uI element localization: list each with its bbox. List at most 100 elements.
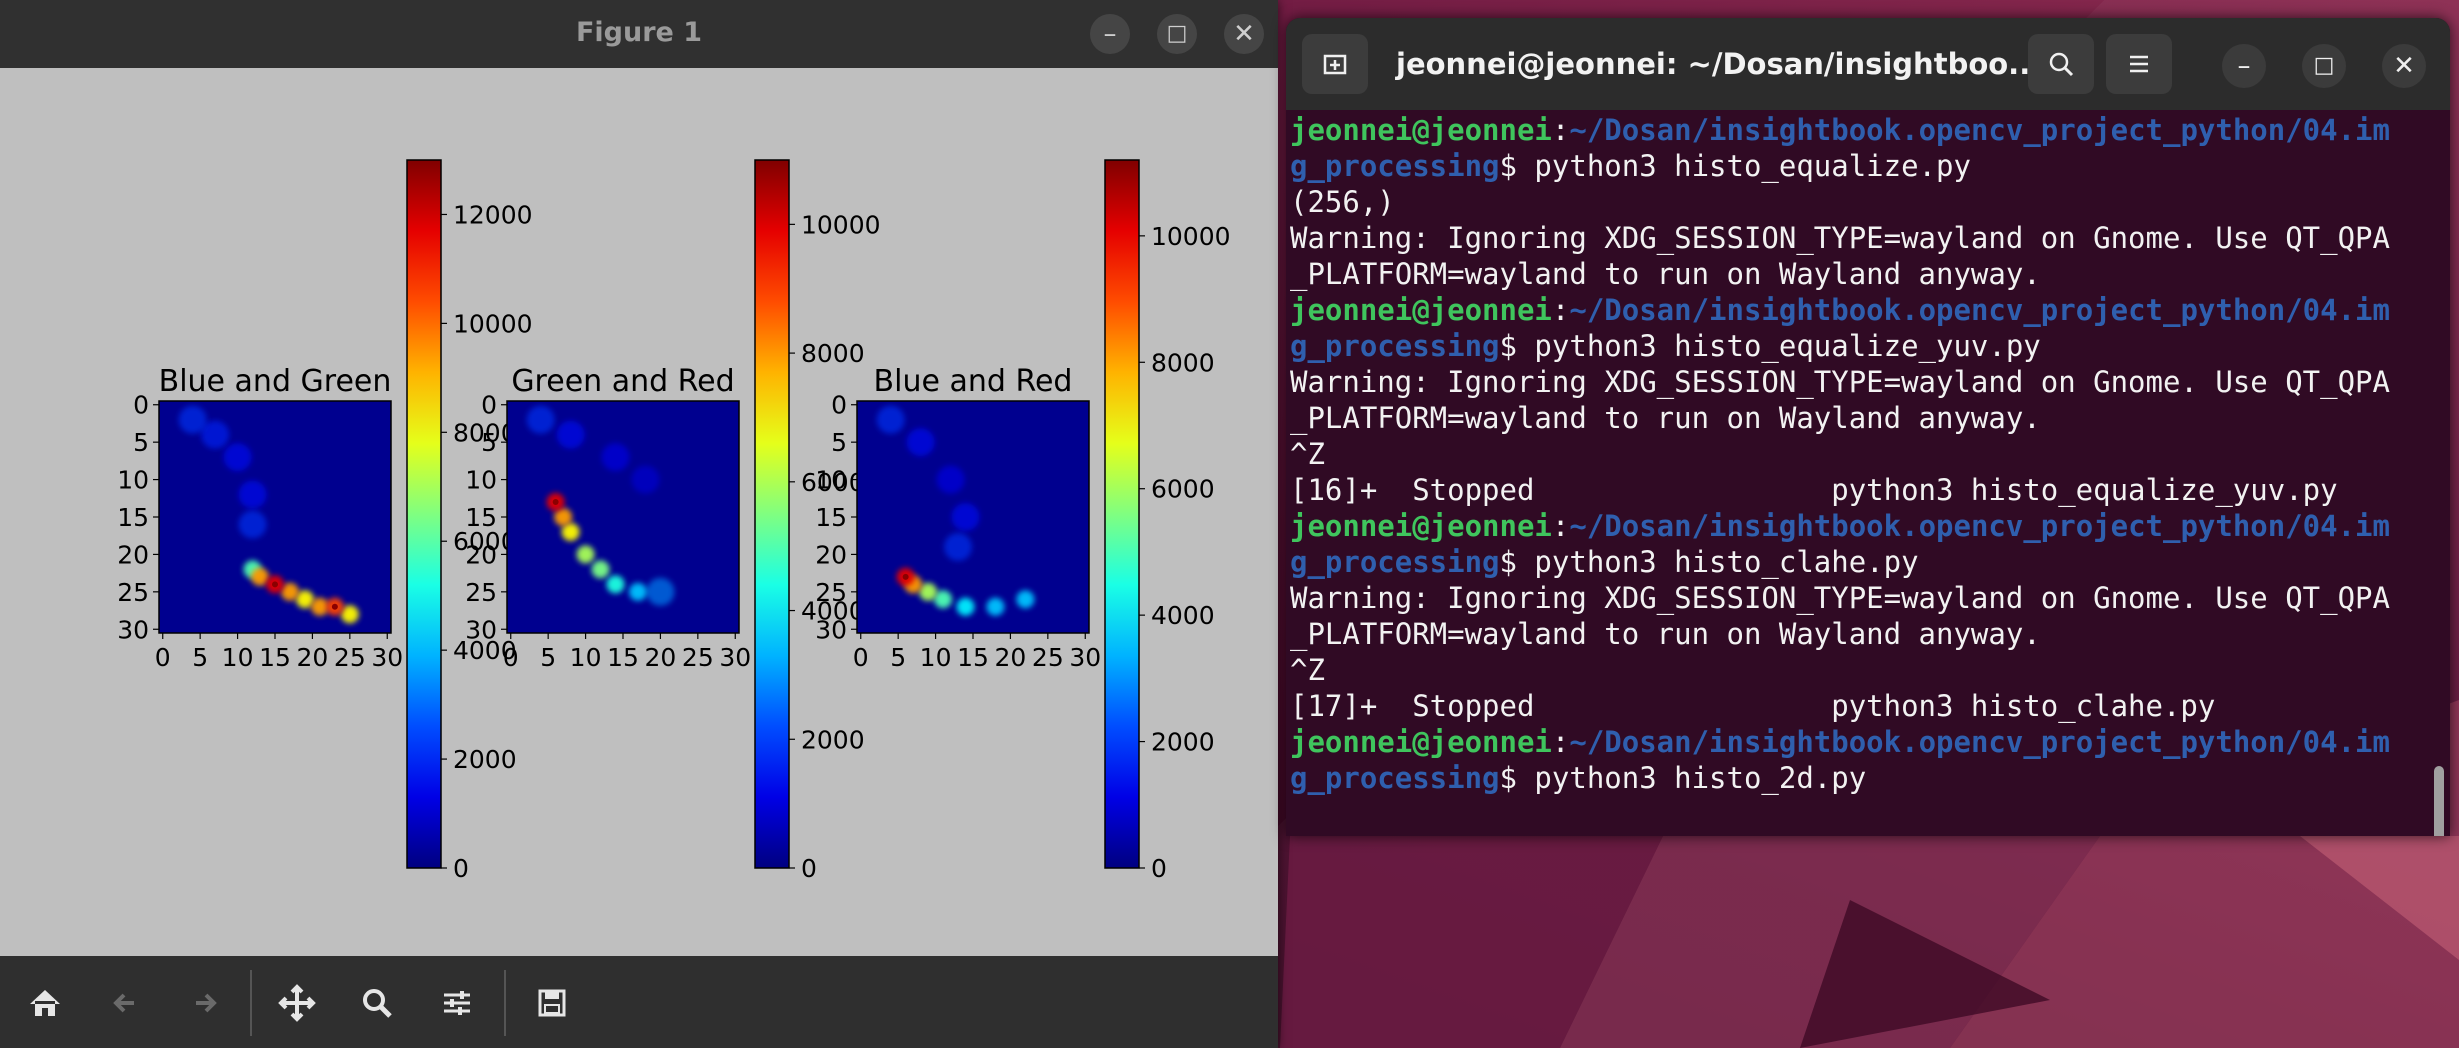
minimize-button[interactable]: – bbox=[2222, 44, 2266, 88]
y-tick-label: 15 bbox=[465, 503, 497, 532]
heatmap-background bbox=[507, 401, 739, 633]
colorbar-tick-label: 10000 bbox=[453, 309, 533, 338]
toolbar-separator bbox=[250, 970, 252, 1036]
new-tab-icon[interactable] bbox=[1302, 34, 1368, 94]
colorbar-tick-label: 2000 bbox=[801, 725, 865, 754]
heatmap-cell bbox=[876, 405, 905, 434]
terminal-line: Warning: Ignoring XDG_SESSION_TYPE=wayla… bbox=[1290, 580, 2430, 616]
hamburger-menu-icon[interactable] bbox=[2106, 34, 2172, 94]
terminal-text: [17]+ Stopped python3 histo_clahe.py bbox=[1290, 689, 2216, 723]
heatmap-cell bbox=[951, 503, 980, 531]
y-tick-label: 10 bbox=[815, 466, 847, 495]
y-tick-label: 30 bbox=[117, 615, 149, 644]
figure-title: Figure 1 bbox=[575, 17, 703, 48]
y-tick-label: 0 bbox=[133, 391, 149, 420]
terminal-text: $ python3 histo_2d.py bbox=[1499, 761, 1867, 795]
prompt-user: jeonnei@jeonnei bbox=[1290, 725, 1552, 759]
terminal-line: [16]+ Stopped python3 histo_equalize_yuv… bbox=[1290, 472, 2430, 508]
chart-title: Blue and Red bbox=[874, 364, 1073, 399]
search-icon[interactable] bbox=[2028, 34, 2094, 94]
figure-canvas[interactable]: Blue and Green 0 5 10 15 20 25 30 0 5 10 15 20 25 30 0 2… bbox=[0, 68, 1278, 956]
terminal-line: _PLATFORM=wayland to run on Wayland anyw… bbox=[1290, 256, 2430, 292]
close-button[interactable]: ✕ bbox=[1224, 14, 1264, 54]
x-tick-label: 10 bbox=[920, 643, 952, 672]
x-tick-label: 15 bbox=[607, 643, 639, 672]
terminal-output[interactable]: jeonnei@jeonnei: ~/Dosan/insightbook.open… bbox=[1290, 112, 2430, 832]
home-icon[interactable] bbox=[20, 978, 70, 1028]
terminal-line: Warning: Ignoring XDG_SESSION_TYPE=wayla… bbox=[1290, 364, 2430, 400]
terminal-text: $ python3 histo_equalize.py bbox=[1499, 149, 1971, 183]
y-tick-label: 15 bbox=[815, 503, 847, 532]
terminal-scrollbar[interactable] bbox=[2434, 766, 2444, 836]
terminal-line: jeonnei@jeonnei:~/Dosan/insightbook.open… bbox=[1290, 508, 2430, 544]
heatmap-cell bbox=[238, 480, 267, 509]
pan-move-icon[interactable] bbox=[272, 978, 322, 1028]
y-tick-label: 15 bbox=[117, 503, 149, 532]
heatmap-cell bbox=[178, 405, 207, 434]
x-tick-label: 5 bbox=[890, 643, 906, 672]
y-tick-label: 20 bbox=[465, 540, 497, 569]
close-button[interactable]: ✕ bbox=[2382, 44, 2426, 88]
prompt-path: g_processing bbox=[1290, 149, 1500, 183]
heatmap-cell bbox=[576, 545, 595, 564]
heatmap-cell bbox=[591, 560, 610, 579]
x-tick-label: 10 bbox=[570, 643, 602, 672]
zoom-magnifier-icon[interactable] bbox=[352, 978, 402, 1028]
colorbar bbox=[1104, 159, 1140, 869]
navigation-toolbar bbox=[0, 956, 1278, 1048]
forward-arrow-icon[interactable] bbox=[180, 978, 230, 1028]
y-tick-label: 10 bbox=[465, 466, 497, 495]
terminal-line: jeonnei@jeonnei:~/Dosan/insightbook.open… bbox=[1290, 724, 2430, 760]
heatmap-cell bbox=[956, 597, 975, 616]
terminal-line: (256,) bbox=[1290, 184, 2430, 220]
colorbar-tick-label: 8000 bbox=[801, 339, 865, 368]
maximize-button[interactable]: □ bbox=[1157, 14, 1197, 54]
y-tick-label: 0 bbox=[481, 391, 497, 420]
terminal-line: g_processing$ python3 histo_equalize.py bbox=[1290, 148, 2430, 184]
y-tick-label: 5 bbox=[481, 428, 497, 457]
prompt-path: g_processing bbox=[1290, 761, 1500, 795]
terminal-text: ^Z bbox=[1290, 653, 1325, 687]
terminal-text: _PLATFORM=wayland to run on Wayland anyw… bbox=[1290, 257, 2041, 291]
prompt-path: ~/Dosan/insightbook.opencv_project_pytho… bbox=[1569, 509, 2390, 543]
terminal-line: ^Z bbox=[1290, 652, 2430, 688]
heatmap-cell bbox=[601, 443, 630, 472]
heatmap-cell bbox=[238, 510, 267, 539]
prompt-user: jeonnei@jeonnei bbox=[1290, 509, 1552, 543]
colorbar-tick-label: 0 bbox=[801, 854, 817, 883]
configure-sliders-icon[interactable] bbox=[432, 978, 482, 1028]
terminal-text: _PLATFORM=wayland to run on Wayland anyw… bbox=[1290, 401, 2041, 435]
x-tick-label: 20 bbox=[297, 643, 329, 672]
y-tick-label: 30 bbox=[815, 615, 847, 644]
colorbar-tick-label: 2000 bbox=[1151, 728, 1215, 757]
colorbar-tick-label: 0 bbox=[1151, 854, 1167, 883]
prompt-user: jeonnei@jeonnei bbox=[1290, 113, 1552, 147]
maximize-button[interactable]: □ bbox=[2302, 44, 2346, 88]
terminal-text: $ python3 histo_equalize_yuv.py bbox=[1499, 329, 2041, 363]
y-tick-label: 5 bbox=[831, 428, 847, 457]
terminal-text: _PLATFORM=wayland to run on Wayland anyw… bbox=[1290, 617, 2041, 651]
colorbar-tick-label: 10000 bbox=[1151, 222, 1231, 251]
toolbar-separator bbox=[504, 970, 506, 1036]
x-tick-label: 0 bbox=[155, 643, 171, 672]
x-tick-label: 30 bbox=[371, 643, 403, 672]
prompt-path: ~/Dosan/insightbook.opencv_project_pytho… bbox=[1569, 725, 2390, 759]
minimize-button[interactable]: – bbox=[1090, 14, 1130, 54]
colorbar-tick-label: 8000 bbox=[1151, 348, 1215, 377]
terminal-text: [16]+ Stopped python3 histo_equalize_yuv… bbox=[1290, 473, 2338, 507]
terminal-text: (256,) bbox=[1290, 185, 1395, 219]
terminal-headerbar[interactable]: jeonnei@jeonnei: ~/Dosan/insightboo... –… bbox=[1286, 18, 2450, 110]
heatmap-cell bbox=[1016, 590, 1035, 609]
terminal-window: jeonnei@jeonnei: ~/Dosan/insightboo... –… bbox=[1286, 18, 2450, 836]
save-disk-icon[interactable] bbox=[527, 978, 577, 1028]
colorbar-tick-label: 10000 bbox=[801, 210, 881, 239]
terminal-line: jeonnei@jeonnei:~/Dosan/insightbook.open… bbox=[1290, 112, 2430, 148]
histogram-figure: Blue and Green0510152025300 5 10 15 20 25 3002… bbox=[117, 159, 1231, 883]
chart-title: Blue and Green bbox=[159, 364, 392, 399]
heatmap-cell bbox=[223, 443, 252, 472]
back-arrow-icon[interactable] bbox=[100, 978, 150, 1028]
prompt-colon: : bbox=[1551, 113, 1570, 147]
terminal-line: _PLATFORM=wayland to run on Wayland anyw… bbox=[1290, 400, 2430, 436]
figure-titlebar[interactable]: Figure 1 – □ ✕ bbox=[0, 0, 1278, 68]
matplotlib-figure-window: Figure 1 – □ ✕ Blue and Green 0 5 10 15 20 25 3… bbox=[0, 0, 1278, 1048]
